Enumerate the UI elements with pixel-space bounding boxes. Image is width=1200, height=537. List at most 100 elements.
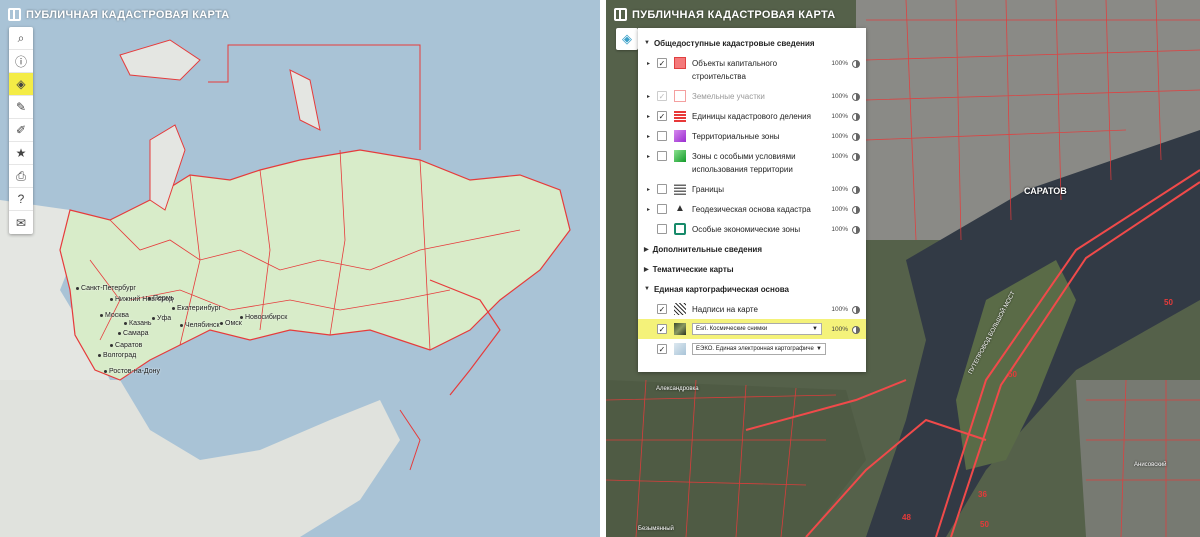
layer-row-special-zones[interactable]: ▸ Зоны с особыми условиями использования… [638, 146, 866, 179]
section-thematic[interactable]: ▶ Тематические карты [638, 259, 866, 279]
layer-checkbox[interactable] [657, 204, 667, 214]
layer-checkbox[interactable] [657, 131, 667, 141]
layer-row-oks[interactable]: ▸ ✓ Объекты капитального строительства 1… [638, 53, 866, 86]
opacity-icon[interactable] [852, 306, 860, 314]
triangle-icon: ▲ [675, 203, 685, 214]
ezko-select-value: ЕЭКО. Единая электронная картографиче [696, 346, 814, 352]
layer-swatch [674, 303, 686, 315]
opacity-icon[interactable] [852, 60, 860, 68]
section-public[interactable]: ▼ Общедоступные кадастровые сведения [638, 33, 866, 53]
layer-checkbox[interactable]: ✓ [657, 111, 667, 121]
opacity-icon[interactable] [852, 326, 860, 334]
layer-checkbox[interactable]: ✓ [657, 304, 667, 314]
city-label: Саратов [110, 342, 142, 349]
logo-icon [8, 8, 21, 21]
layer-swatch [674, 110, 686, 122]
layers-button[interactable]: ◈ [9, 73, 33, 96]
city-label: Омск [220, 320, 242, 327]
layer-row-boundaries[interactable]: ▸ Границы 100% [638, 179, 866, 199]
layer-checkbox[interactable] [657, 184, 667, 194]
layer-label: Геодезическая основа кадастра [692, 205, 811, 214]
layer-label: Особые экономические зоны [692, 225, 801, 234]
expand-icon[interactable]: ▸ [647, 89, 657, 100]
feedback-button[interactable]: ✉ [9, 211, 33, 234]
section-title: Тематические карты [652, 264, 734, 274]
city-label: Ростов-на-Дону [104, 368, 160, 375]
expand-icon[interactable]: ▸ [647, 182, 657, 193]
layer-checkbox[interactable] [657, 224, 667, 234]
layer-swatch [674, 90, 686, 102]
opacity-icon[interactable] [852, 206, 860, 214]
opacity-value: 100% [831, 60, 848, 67]
expand-icon[interactable]: ▸ [647, 149, 657, 160]
layer-checkbox[interactable] [657, 151, 667, 161]
opacity-value: 100% [831, 186, 848, 193]
map-toolbar: ⌕ ⓘ ◈ ✎ ✐ ★ ⎙ ? ✉ [9, 27, 33, 234]
draw-button[interactable]: ✎ [9, 96, 33, 119]
expand-icon[interactable]: ▸ [647, 56, 657, 67]
city-label: Казань [124, 320, 152, 327]
parcel-number: 50 [980, 520, 989, 529]
section-title: Общедоступные кадастровые сведения [653, 38, 815, 48]
opacity-icon[interactable] [852, 226, 860, 234]
layer-checkbox[interactable]: ✓ [657, 324, 667, 334]
opacity-icon[interactable] [852, 113, 860, 121]
imagery-thumbnail [674, 323, 686, 335]
opacity-icon[interactable] [852, 93, 860, 101]
layer-row-imagery[interactable]: ✓ Esri. Космические снимки ▼ 100% [638, 319, 866, 339]
layer-checkbox[interactable]: ✓ [657, 344, 667, 354]
favorites-button[interactable]: ★ [9, 142, 33, 165]
caret-down-icon: ▼ [644, 286, 650, 292]
layer-row-parcels[interactable]: ▸ ✓ Земельные участки 100% [638, 86, 866, 106]
opacity-icon[interactable] [852, 153, 860, 161]
layer-swatch [674, 130, 686, 142]
layer-checkbox[interactable]: ✓ [657, 91, 667, 101]
parcel-number: 48 [902, 513, 911, 522]
layer-row-geodetic[interactable]: ▸ ▲ Геодезическая основа кадастра 100% [638, 199, 866, 219]
layer-row-territorial-zones[interactable]: ▸ Территориальные зоны 100% [638, 126, 866, 146]
logo-icon [614, 8, 627, 21]
layer-row-cadastral-units[interactable]: ▸ ✓ Единицы кадастрового деления 100% [638, 106, 866, 126]
district-label: Анисовский [1134, 462, 1167, 468]
ezko-select[interactable]: ЕЭКО. Единая электронная картографиче ▼ [692, 343, 826, 355]
layer-swatch [674, 223, 686, 235]
opacity-icon[interactable] [852, 186, 860, 194]
expand-icon[interactable]: ▸ [647, 129, 657, 140]
info-button[interactable]: ⓘ [9, 50, 33, 73]
basemap-select[interactable]: Esri. Космические снимки ▼ [692, 323, 822, 335]
search-button[interactable]: ⌕ [9, 27, 33, 50]
layer-row-sez[interactable]: Особые экономические зоны 100% [638, 219, 866, 239]
city-label: Екатеринбург [172, 305, 221, 312]
search-icon: ⌕ [17, 30, 25, 45]
measure-button[interactable]: ✐ [9, 119, 33, 142]
print-icon: ⎙ [16, 168, 26, 183]
layer-swatch [674, 183, 686, 195]
help-button[interactable]: ? [9, 188, 33, 211]
opacity-value: 100% [831, 113, 848, 120]
expand-icon[interactable]: ▸ [647, 202, 657, 213]
russia-map [0, 0, 600, 537]
print-button[interactable]: ⎙ [9, 165, 33, 188]
opacity-value: 100% [831, 306, 848, 313]
layer-checkbox[interactable]: ✓ [657, 58, 667, 68]
expand-spacer [647, 342, 657, 346]
expand-spacer [647, 302, 657, 306]
expand-icon[interactable]: ▸ [647, 109, 657, 120]
opacity-value: 100% [831, 326, 848, 333]
layers-icon: ◈ [16, 77, 26, 91]
section-basemap[interactable]: ▼ Единая картографическая основа [638, 279, 866, 299]
layer-row-ezko[interactable]: ✓ ЕЭКО. Единая электронная картографиче … [638, 339, 866, 359]
star-icon: ★ [15, 146, 27, 160]
opacity-icon[interactable] [852, 133, 860, 141]
expand-spacer [647, 322, 657, 326]
overview-map[interactable]: ПУБЛИЧНАЯ КАДАСТРОВАЯ КАРТА ⌕ ⓘ ◈ ✎ ✐ ★ … [0, 0, 600, 537]
basemap-select-value: Esri. Космические снимки [696, 326, 768, 332]
layers-icon: ◈ [622, 31, 632, 46]
layer-row-map-labels[interactable]: ✓ Надписи на карте 100% [638, 299, 866, 319]
expand-spacer [647, 222, 657, 226]
section-additional[interactable]: ▶ Дополнительные сведения [638, 239, 866, 259]
detail-map[interactable]: САРАТОВ ПУТЕПРОВОД БОЛЬШОЙ МОСТ Александ… [606, 0, 1200, 537]
layers-button[interactable]: ◈ [616, 28, 638, 50]
pencil-icon: ✎ [15, 100, 27, 114]
section-title: Дополнительные сведения [652, 244, 763, 254]
